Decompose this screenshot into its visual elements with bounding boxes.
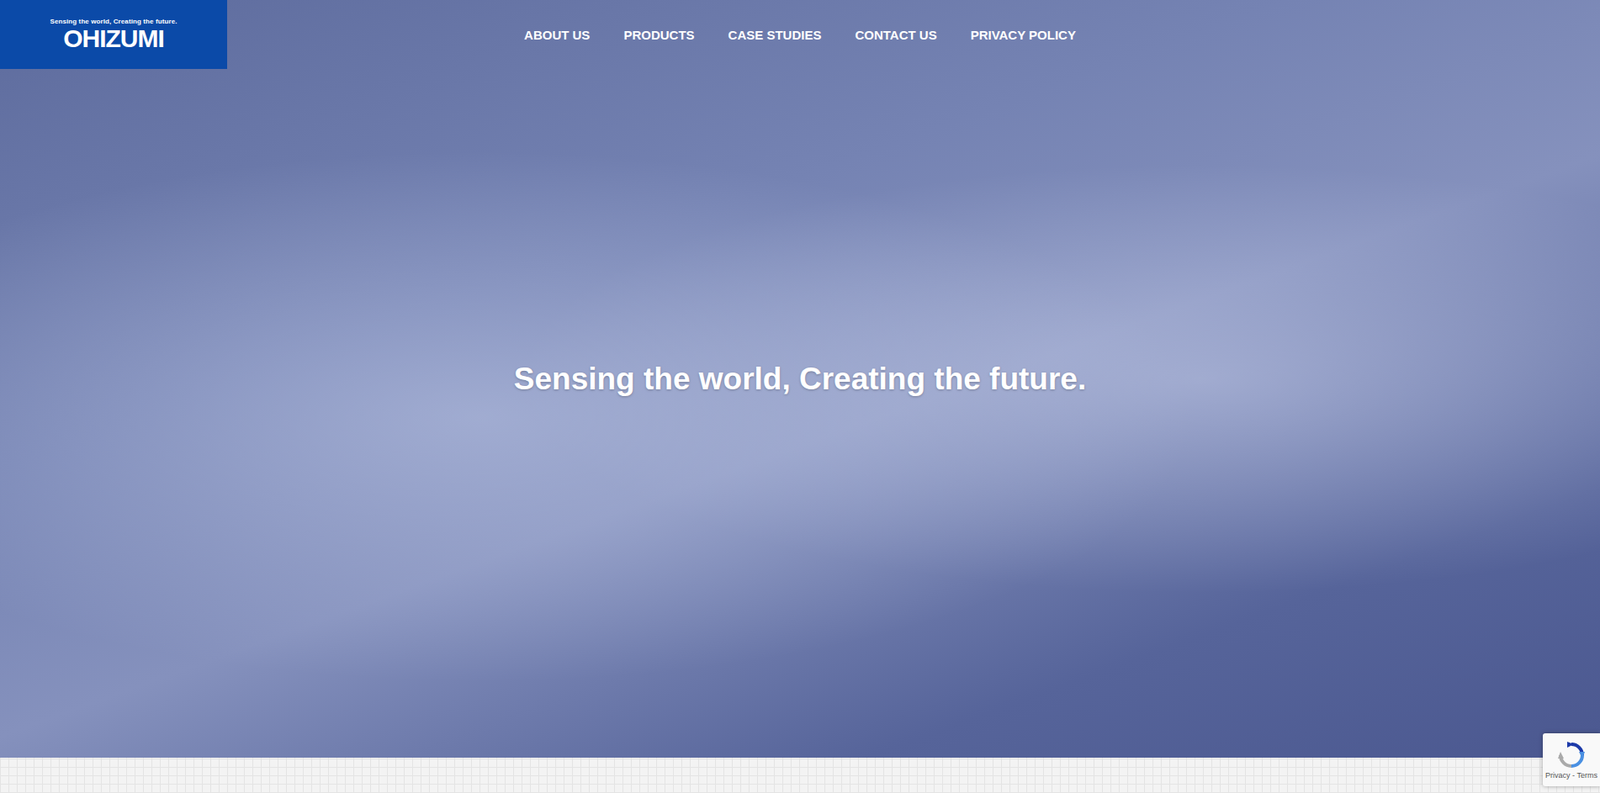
hero-banner: Sensing the world, Creating the future.O… (0, 0, 1600, 758)
logo-name: OHIZUMI (63, 25, 165, 53)
nav-link[interactable]: CASE STUDIES (728, 27, 822, 43)
logo[interactable]: Sensing the world, Creating the future.O… (0, 0, 228, 69)
nav-link[interactable]: PRIVACY POLICY (970, 27, 1076, 43)
recaptcha-links[interactable]: Privacy - Terms (1545, 771, 1598, 780)
page: Sensing the world, Creating the future.O… (0, 0, 1600, 793)
nav-link[interactable]: PRODUCTS (623, 27, 695, 43)
recaptcha-badge[interactable]: Privacy - Terms (1542, 733, 1600, 787)
recaptcha-icon (1557, 741, 1586, 770)
content-strip (0, 757, 1600, 793)
main-nav: ABOUT US PRODUCTS CASE STUDIES CONTACT US PR… (227, 0, 1373, 43)
hero-headline: Sensing the world, Creating the future. (513, 361, 1087, 398)
nav-link[interactable]: CONTACT US (854, 27, 937, 43)
logo-tagline: Sensing the world, Creating the future. (49, 17, 177, 26)
hero-body: Sensing the world, Creating the future. (0, 68, 1600, 758)
nav-link[interactable]: ABOUT US (524, 27, 590, 43)
site-header: Sensing the world, Creating the future.O… (0, 0, 1600, 69)
